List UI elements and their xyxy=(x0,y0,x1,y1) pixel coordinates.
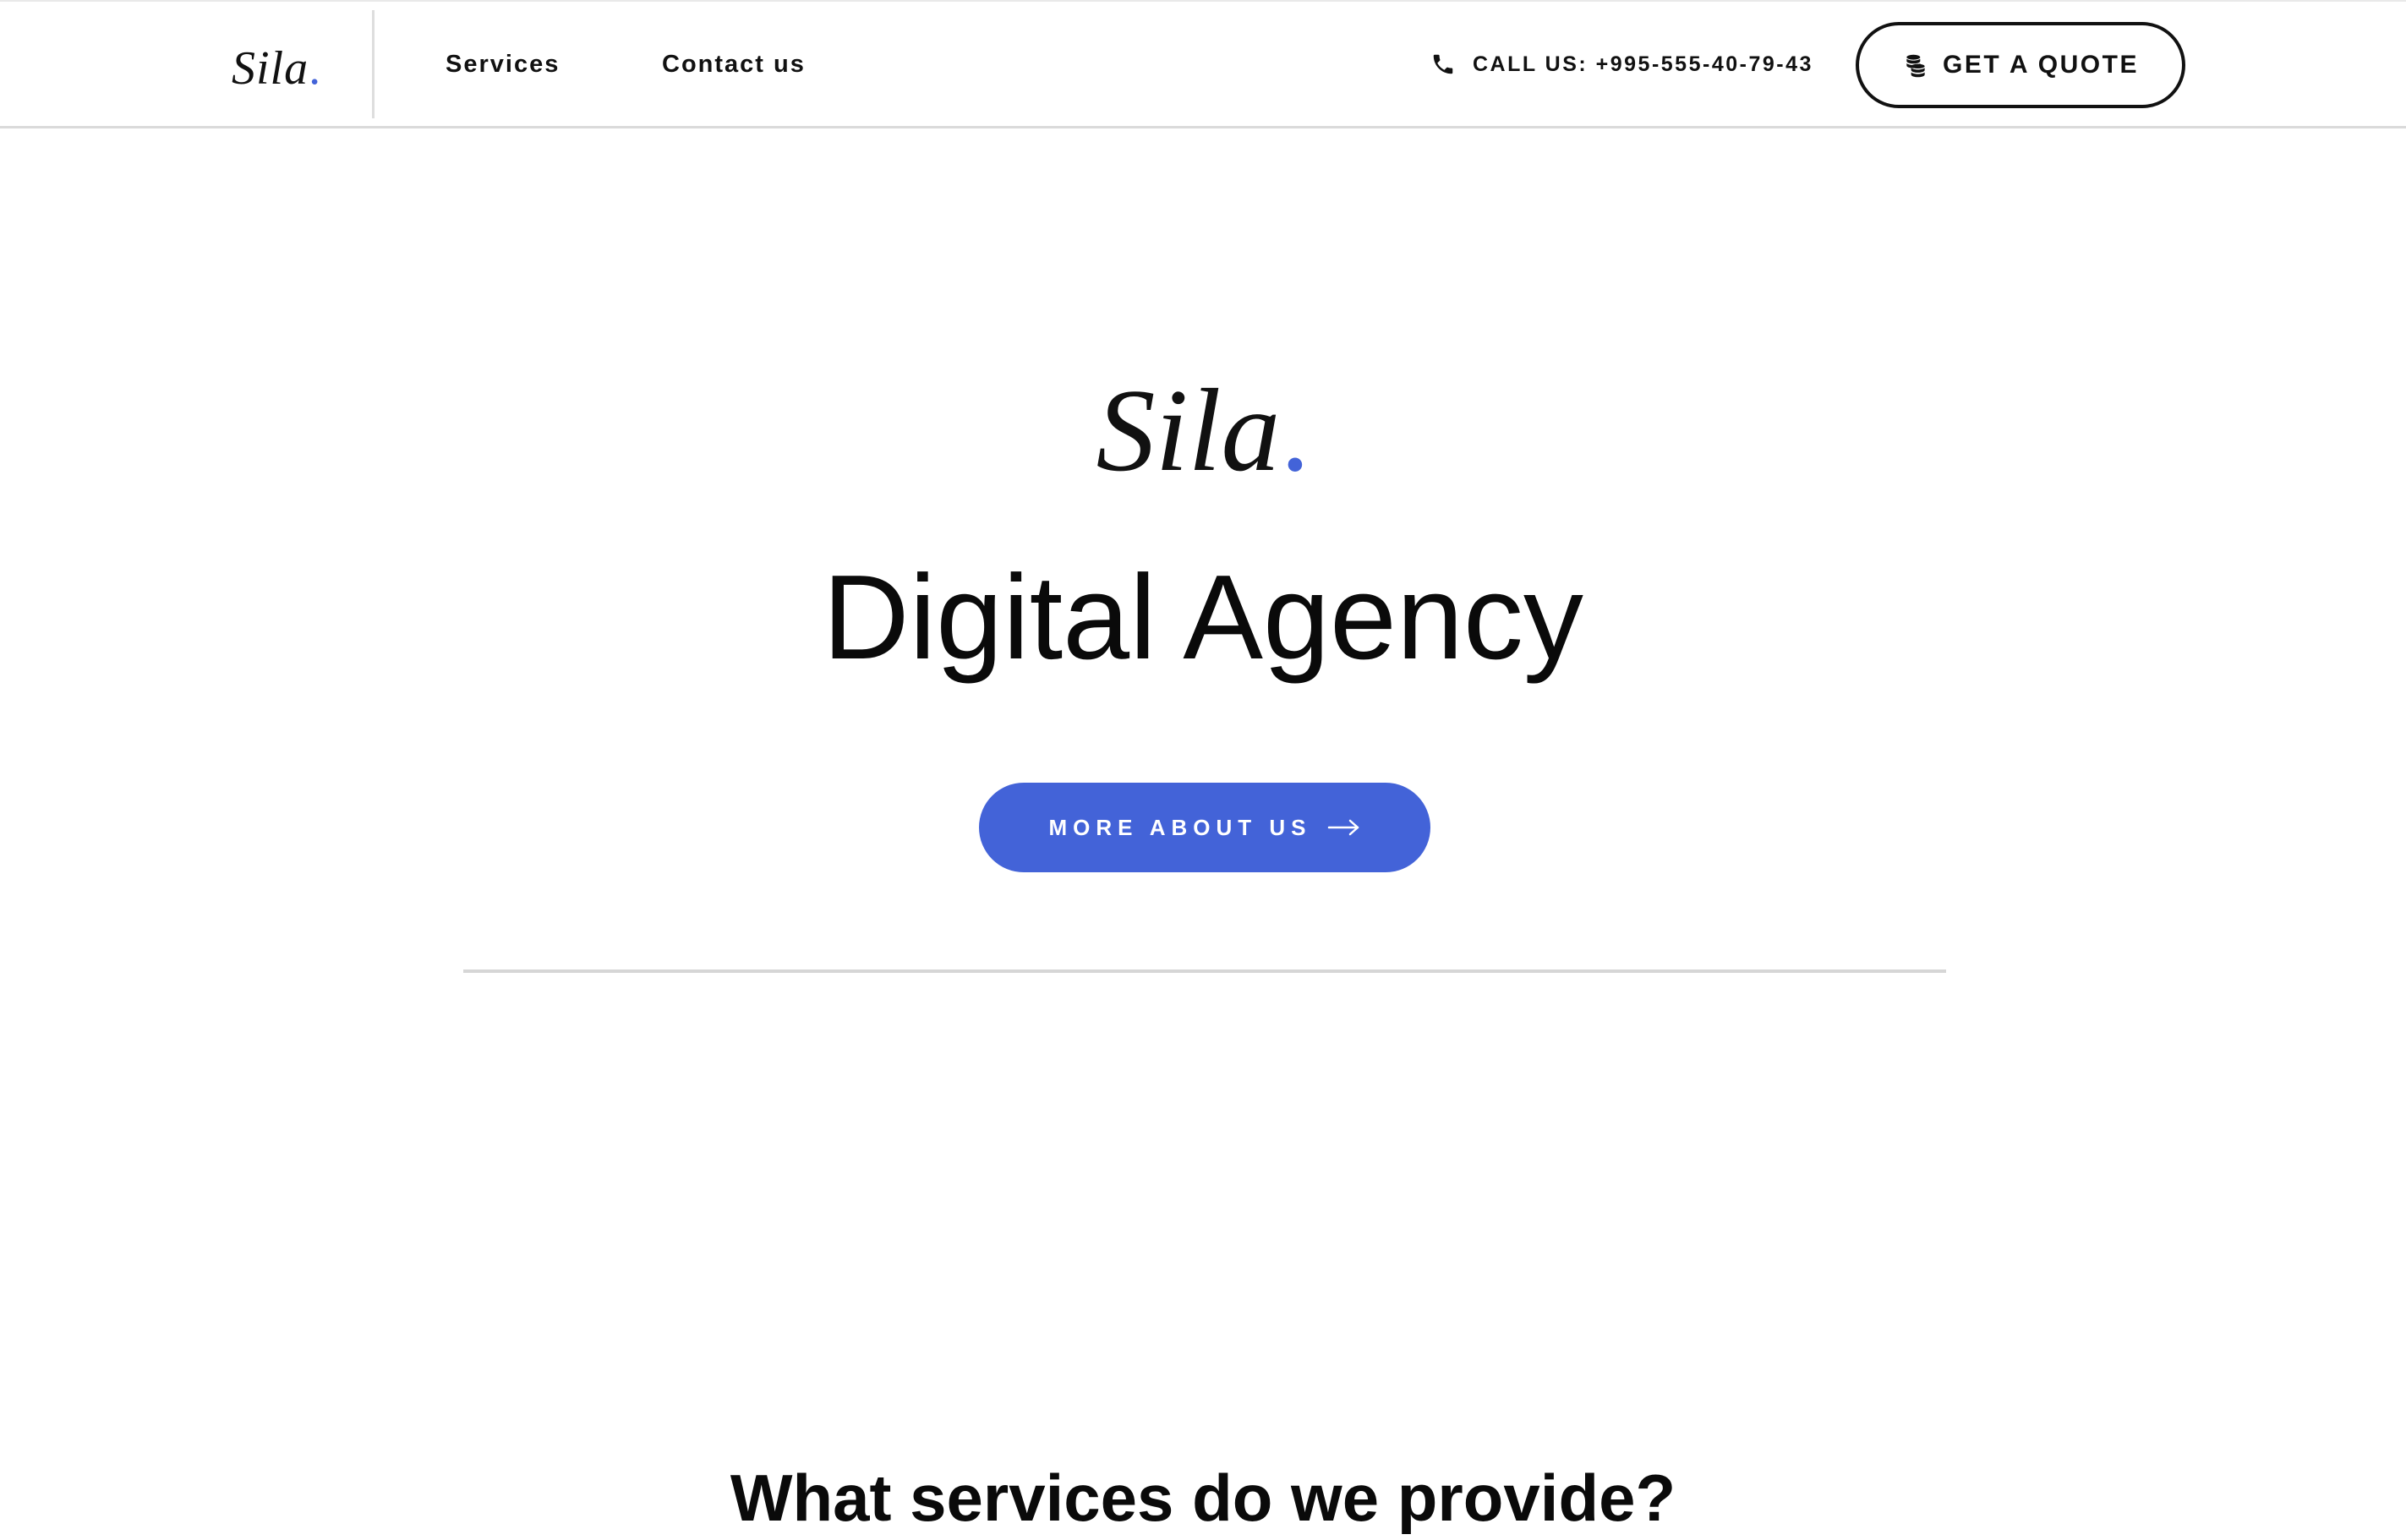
nav-link-contact[interactable]: Contact us xyxy=(662,46,806,83)
more-about-us-label: MORE ABOUT US xyxy=(1048,814,1312,840)
header-logo-text: Sila xyxy=(232,42,309,95)
more-about-us-button[interactable]: MORE ABOUT US xyxy=(979,783,1430,872)
header-logo-dot: . xyxy=(309,42,322,95)
hero-logo-text: Sila xyxy=(1096,365,1281,496)
hero-logo: Sila. xyxy=(0,363,2406,499)
nav-link-services[interactable]: Services xyxy=(446,46,560,83)
hero-divider xyxy=(463,969,1946,973)
get-a-quote-label: GET A QUOTE xyxy=(1943,51,2139,79)
call-us[interactable]: CALL US: +995-555-40-79-43 xyxy=(1430,46,1813,83)
site-header: Sila. Services Contact us CALL US: +995-… xyxy=(0,0,2406,128)
coins-icon xyxy=(1902,52,1929,79)
services-heading: What services do we provide? xyxy=(730,1461,1676,1535)
phone-icon xyxy=(1430,52,1456,77)
arrow-right-icon xyxy=(1327,817,1361,838)
header-divider xyxy=(372,10,375,118)
call-us-text: CALL US: +995-555-40-79-43 xyxy=(1473,52,1813,76)
get-a-quote-button[interactable]: GET A QUOTE xyxy=(1856,22,2185,108)
hero-title: Digital Agency xyxy=(823,550,1583,685)
hero-logo-dot: . xyxy=(1280,365,1310,496)
header-logo[interactable]: Sila. xyxy=(232,35,321,101)
